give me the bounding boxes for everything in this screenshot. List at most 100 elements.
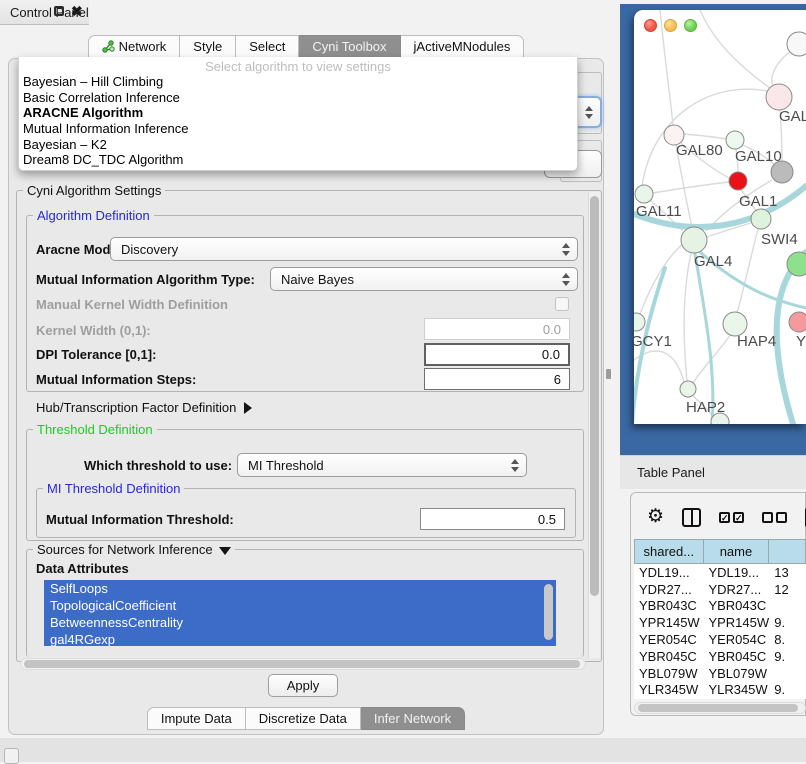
table-cell: 8. [769, 632, 806, 647]
settings-hscrollbar-thumb[interactable] [24, 660, 580, 668]
algorithm-option[interactable]: Bayesian – Hill Climbing [19, 74, 577, 90]
table-row[interactable]: YPR145WYPR145W9. [634, 614, 806, 631]
mi-steps-field[interactable]: 6 [424, 368, 570, 390]
splitter-handle[interactable] [606, 369, 611, 379]
network-canvas[interactable]: GALGAL80GAL10GAL11GAL1SWI4GAL4GCY1HAP4YH… [634, 10, 806, 424]
tab-select[interactable]: Select [236, 35, 299, 58]
node-label-gal4: GAL4 [694, 253, 732, 270]
attribute-item[interactable]: BetweennessCentrality [44, 614, 556, 631]
manual-kernel-width-checkbox[interactable] [555, 297, 569, 311]
table-panel-title: Table Panel [620, 465, 705, 480]
table-column-header[interactable]: name [704, 539, 770, 564]
mi-steps-value: 6 [554, 372, 561, 387]
network-node-gal[interactable] [766, 84, 792, 110]
network-node-gal10[interactable] [726, 131, 744, 149]
table-cell: YER054C [703, 632, 769, 647]
algorithm-option[interactable]: Basic Correlation Inference [19, 90, 577, 106]
table-cell: YBR043C [634, 598, 703, 613]
bottom-tab-impute-data[interactable]: Impute Data [147, 707, 246, 730]
table-row[interactable]: YBL079WYBL079W [634, 665, 806, 682]
bottom-tab-infer-network[interactable]: Infer Network [361, 707, 465, 730]
table-row[interactable]: YDR27...YDR27...12 [634, 581, 806, 598]
aracne-mode-combobox[interactable]: Discovery [110, 237, 578, 261]
cyni-settings-title: Cyni Algorithm Settings [23, 183, 165, 198]
table-row[interactable]: YDL19...YDL19...13 [634, 564, 806, 581]
network-node[interactable] [787, 32, 806, 56]
network-node-gal4[interactable] [681, 227, 707, 253]
tab-cyni-toolbox[interactable]: Cyni Toolbox [299, 35, 400, 58]
attribute-item[interactable]: TopologicalCoefficient [44, 597, 556, 614]
table-cell: YPR145W [703, 615, 769, 630]
bottom-tab-discretize-data[interactable]: Discretize Data [246, 707, 361, 730]
table-column-header[interactable] [769, 539, 806, 564]
deselect-all-icon[interactable] [762, 512, 787, 523]
minimize-window-icon[interactable] [664, 19, 677, 32]
columns-icon[interactable] [682, 508, 701, 527]
settings-hscrollbar[interactable] [20, 658, 586, 670]
table-cell: YDR27... [634, 582, 703, 597]
settings-vscrollbar-thumb[interactable] [590, 196, 599, 596]
which-threshold-label: Which threshold to use: [84, 457, 232, 475]
hub-definition-label: Hub/Transcription Factor Definition [36, 400, 236, 415]
dpi-tolerance-field[interactable]: 0.0 [424, 343, 570, 366]
close-window-icon[interactable] [644, 19, 657, 32]
node-label-hap2: HAP2 [686, 399, 725, 416]
settings-vscrollbar[interactable] [588, 192, 600, 658]
network-node[interactable] [729, 172, 747, 190]
table-cell: YDL19... [634, 565, 703, 580]
mi-threshold-definition-title: MI Threshold Definition [43, 481, 184, 496]
table-cell: 13 [769, 565, 806, 580]
sources-collapser[interactable]: Sources for Network Inference [33, 542, 235, 557]
data-attributes-list[interactable]: SelfLoopsTopologicalCoefficientBetweenne… [44, 580, 556, 646]
select-all-icon[interactable]: ✓✓ [719, 512, 744, 523]
combo-stepper-icon [509, 454, 520, 476]
network-node-y[interactable] [789, 312, 806, 332]
algorithm-option[interactable]: Mutual Information Inference [19, 121, 577, 137]
tab-label: Impute Data [161, 708, 232, 729]
tab-style[interactable]: Style [180, 35, 236, 58]
table-row[interactable]: YBR043CYBR043C [634, 598, 806, 615]
mi-threshold-label: Mutual Information Threshold: [46, 511, 234, 529]
table-row[interactable]: YBR045CYBR045C9. [634, 648, 806, 665]
network-node-gal1[interactable] [751, 209, 771, 229]
tab-network[interactable]: Network [88, 35, 181, 58]
algorithm-option[interactable]: Bayesian – K2 [19, 137, 577, 153]
mi-threshold-field[interactable]: 0.5 [420, 508, 565, 530]
network-edges-teal [634, 186, 806, 424]
tab-jactivemnodules[interactable]: jActiveMNodules [401, 35, 525, 58]
algorithm-option[interactable]: Dream8 DC_TDC Algorithm [19, 152, 577, 168]
algorithm-option[interactable]: ARACNE Algorithm [19, 105, 577, 121]
mi-steps-label: Mutual Information Steps: [36, 371, 196, 389]
table-row[interactable]: YER054CYER054C8. [634, 631, 806, 648]
threshold-definition-title: Threshold Definition [33, 422, 157, 437]
mi-algorithm-type-combobox[interactable]: Naive Bayes [270, 267, 578, 291]
mi-algorithm-type-label: Mutual Information Algorithm Type: [36, 271, 255, 289]
close-icon[interactable]: ✖ [71, 4, 83, 18]
kernel-width-field[interactable]: 0.0 [424, 318, 570, 340]
algorithm-dropdown-popup: Select algorithm to view settings Bayesi… [18, 57, 578, 171]
table-column-header[interactable]: shared... [634, 539, 704, 564]
attribute-item[interactable]: SelfLoops [44, 580, 556, 597]
attribute-item[interactable]: gal4RGexp [44, 631, 556, 646]
network-node-swi4[interactable] [787, 252, 806, 276]
hub-definition-expander[interactable]: Hub/Transcription Factor Definition [36, 399, 252, 417]
table-cell: YDR27... [703, 582, 769, 597]
table-body: YDL19...YDL19...13YDR27...YDR27...12YBR0… [634, 564, 806, 699]
manual-kernel-width-label: Manual Kernel Width Definition [36, 296, 228, 314]
table-hscrollbar-thumb[interactable] [638, 704, 798, 712]
gear-icon[interactable]: ⚙ [647, 507, 664, 527]
float-window-icon[interactable] [54, 6, 64, 16]
combo-stepper-icon [560, 268, 571, 290]
table-hscrollbar[interactable] [634, 702, 806, 714]
tab-label: jActiveMNodules [414, 36, 511, 57]
table-row[interactable]: YLR345WYLR345W9. [634, 682, 806, 699]
network-node-gcy1[interactable] [634, 313, 645, 331]
attributes-scrollbar-thumb[interactable] [544, 584, 553, 640]
network-node-hap2[interactable] [680, 381, 696, 397]
which-threshold-combobox[interactable]: MI Threshold [237, 453, 527, 477]
table-row[interactable]: YIL052CYIL052C9 [634, 698, 806, 699]
apply-button[interactable]: Apply [268, 674, 338, 697]
dpi-tolerance-label: DPI Tolerance [0,1]: [36, 346, 156, 364]
network-node-gal11[interactable] [635, 185, 653, 203]
zoom-window-icon[interactable] [684, 19, 697, 32]
